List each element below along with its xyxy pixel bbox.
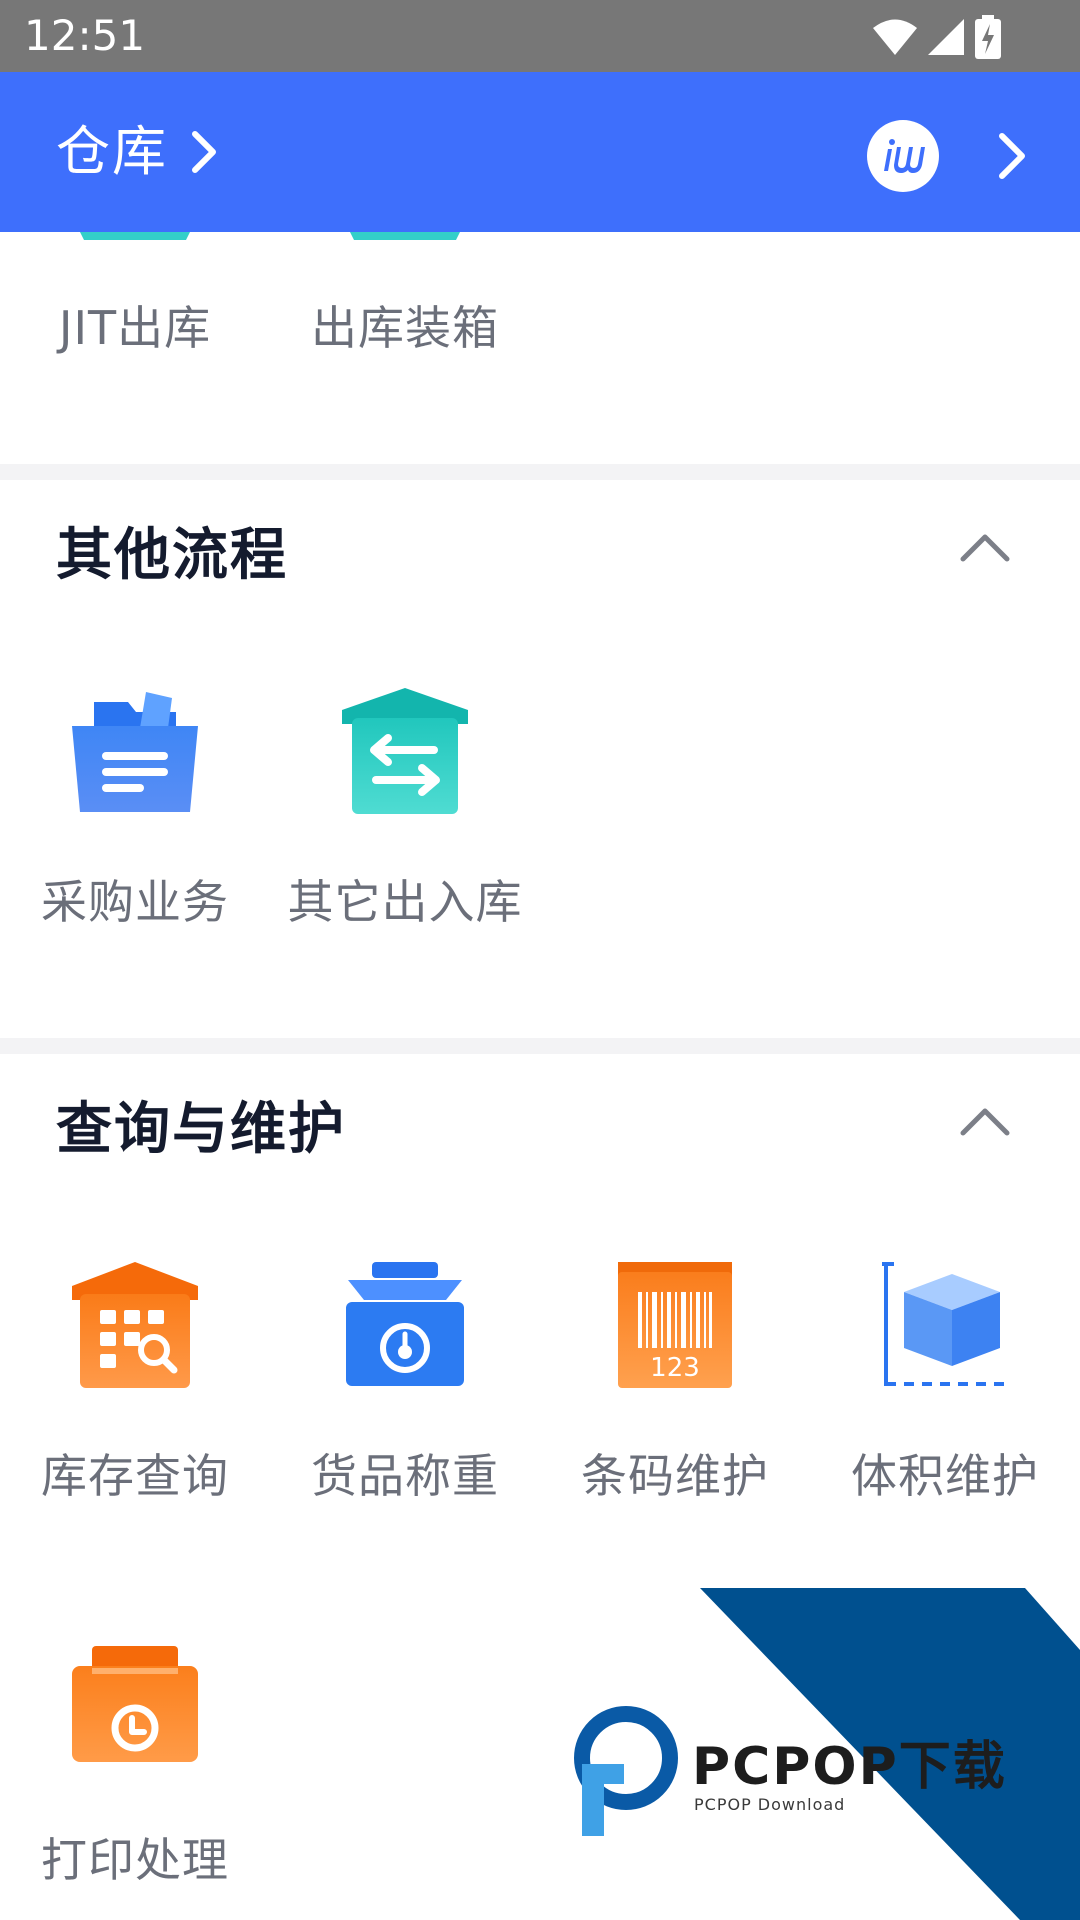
tile-barcode-maintenance[interactable]: 123 条码维护 (540, 1262, 810, 1503)
barcode-icon: 123 (618, 1262, 732, 1388)
chevron-up-icon[interactable] (958, 530, 1012, 564)
inventory-search-icon (72, 1262, 198, 1388)
chevron-right-icon (190, 129, 218, 175)
app-bar: 仓库 (0, 72, 1080, 232)
battery-charging-icon (975, 15, 1001, 59)
tile-label: 出库装箱 (311, 301, 499, 355)
tile-label: 采购业务 (41, 875, 229, 929)
purchase-folder-icon (72, 692, 198, 812)
status-bar: 12:51 (0, 0, 1080, 72)
wifi-icon (873, 19, 917, 55)
tile-jit-outbound[interactable]: JIT出库 (0, 232, 270, 355)
barcode-digits: 123 (650, 1353, 700, 1383)
tile-label: 其它出入库 (287, 875, 523, 929)
status-icons (872, 14, 1002, 60)
tile-label: 打印处理 (41, 1833, 229, 1887)
scale-icon (346, 1262, 464, 1386)
tile-volume-maintenance[interactable]: 体积维护 (810, 1262, 1080, 1503)
section-title: 其他流程 (56, 523, 288, 588)
signal-icon (928, 19, 964, 55)
tile-label: 条码维护 (581, 1449, 769, 1503)
tile-inventory-search[interactable]: 库存查询 (0, 1262, 270, 1503)
tile-label: 货品称重 (311, 1449, 499, 1503)
warehouse-switcher[interactable]: 仓库 (56, 72, 218, 232)
chevron-right-icon[interactable] (994, 130, 1030, 182)
tile-label: 体积维护 (851, 1449, 1039, 1503)
tile-goods-weighing[interactable]: 货品称重 (270, 1262, 540, 1503)
other-process-card: 其他流程 采购业务 其它出入库 (0, 480, 1080, 1038)
tile-other-inout[interactable]: 其它出入库 (270, 688, 540, 929)
transfer-house-icon (342, 688, 468, 814)
tile-outbound-packing[interactable]: 出库装箱 (270, 232, 540, 355)
outbound-section-card: JIT出库 出库装箱 (0, 232, 1080, 464)
app-screen: 12:51 仓库 JIT出库 出库装箱 其他流程 采购业务 其它出入库 查询与维… (0, 0, 1080, 1920)
printer-clock-icon (72, 1646, 198, 1762)
jit-outbound-icon (80, 232, 190, 240)
tile-label: 库存查询 (41, 1449, 229, 1503)
brand-logo-icon[interactable] (866, 119, 940, 193)
volume-cube-icon (882, 1262, 1008, 1386)
query-maintenance-card: 查询与维护 库存查询 货品称重 123 条码维护 体积维护 打印处理 (0, 1054, 1080, 1920)
tile-purchase[interactable]: 采购业务 (0, 688, 270, 929)
status-time: 12:51 (24, 11, 146, 60)
warehouse-label: 仓库 (56, 120, 168, 183)
tile-print-processing[interactable]: 打印处理 (0, 1646, 270, 1887)
section-title: 查询与维护 (56, 1097, 346, 1162)
tile-label: JIT出库 (58, 301, 212, 355)
chevron-up-icon[interactable] (958, 1104, 1012, 1138)
outbound-packing-icon (350, 232, 460, 240)
